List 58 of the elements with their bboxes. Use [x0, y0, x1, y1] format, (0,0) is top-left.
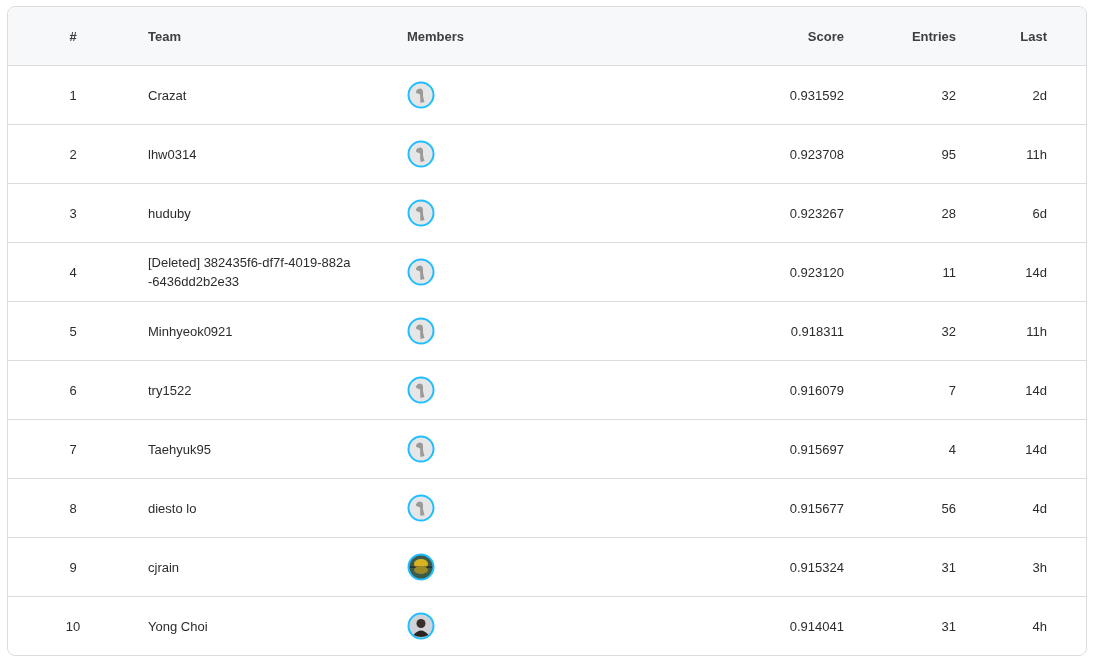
team-name[interactable]: [Deleted] 382435f6-df7f-4019-882a-6436dd2b2e33 [148, 253, 352, 291]
entries-cell: 31 [941, 559, 956, 575]
team-name[interactable]: diesto lo [148, 498, 197, 518]
score-cell: 0.923708 [789, 146, 844, 162]
score-cell: 0.918311 [790, 323, 844, 339]
entries-cell: 31 [941, 618, 956, 634]
rank-cell: 7 [69, 441, 77, 457]
last-submission-cell: 6d [1032, 205, 1047, 221]
column-header: # [69, 28, 77, 44]
rank-cell: 4 [69, 264, 77, 280]
score-cell: 0.915324 [789, 559, 844, 575]
team-name[interactable]: lhw0314 [148, 144, 197, 164]
rank-cell: 6 [69, 382, 77, 398]
rank-cell: 10 [65, 618, 81, 634]
last-submission-cell: 11h [1026, 146, 1047, 162]
last-submission-cell: 14d [1025, 264, 1047, 280]
last-submission-cell: 4h [1032, 618, 1047, 634]
column-header: Last [1020, 28, 1047, 44]
rank-cell: 3 [69, 205, 77, 221]
team-name[interactable]: cjrain [148, 557, 180, 577]
column-header: Members [407, 28, 465, 44]
score-cell: 0.916079 [789, 382, 844, 398]
team-name[interactable]: Taehyuk95 [148, 439, 211, 459]
score-cell: 0.931592 [789, 87, 844, 103]
score-cell: 0.923120 [789, 264, 844, 280]
entries-cell: 32 [941, 323, 956, 339]
rank-cell: 5 [69, 323, 77, 339]
entries-cell: 7 [948, 382, 956, 398]
column-header: Entries [911, 28, 956, 44]
last-submission-cell: 14d [1025, 382, 1047, 398]
score-cell: 0.923267 [789, 205, 844, 221]
rank-cell: 1 [69, 87, 77, 103]
column-header: Team [148, 28, 181, 44]
rank-cell: 9 [69, 559, 77, 575]
score-cell: 0.915677 [789, 500, 844, 516]
landscape-avatar-icon[interactable] [407, 553, 435, 581]
entries-cell: 4 [948, 441, 956, 457]
team-name[interactable]: Yong Choi [148, 616, 208, 636]
score-cell: 0.914041 [789, 618, 844, 634]
team-name[interactable]: Minhyeok0921 [148, 321, 233, 341]
entries-cell: 56 [941, 500, 956, 516]
last-submission-cell: 3h [1032, 559, 1047, 575]
last-submission-cell: 11h [1026, 323, 1047, 339]
last-submission-cell: 14d [1025, 441, 1047, 457]
last-submission-cell: 4d [1032, 500, 1047, 516]
column-header: Score [807, 28, 844, 44]
team-name[interactable]: try1522 [148, 380, 192, 400]
last-submission-cell: 2d [1032, 87, 1047, 103]
entries-cell: 95 [941, 146, 956, 162]
team-name[interactable]: Crazat [148, 85, 187, 105]
team-name[interactable]: huduby [148, 203, 191, 223]
entries-cell: 11 [942, 264, 956, 280]
score-cell: 0.915697 [789, 441, 844, 457]
entries-cell: 28 [941, 205, 956, 221]
rank-cell: 8 [69, 500, 77, 516]
rank-cell: 2 [69, 146, 77, 162]
person-avatar-icon[interactable] [407, 612, 435, 640]
entries-cell: 32 [941, 87, 956, 103]
